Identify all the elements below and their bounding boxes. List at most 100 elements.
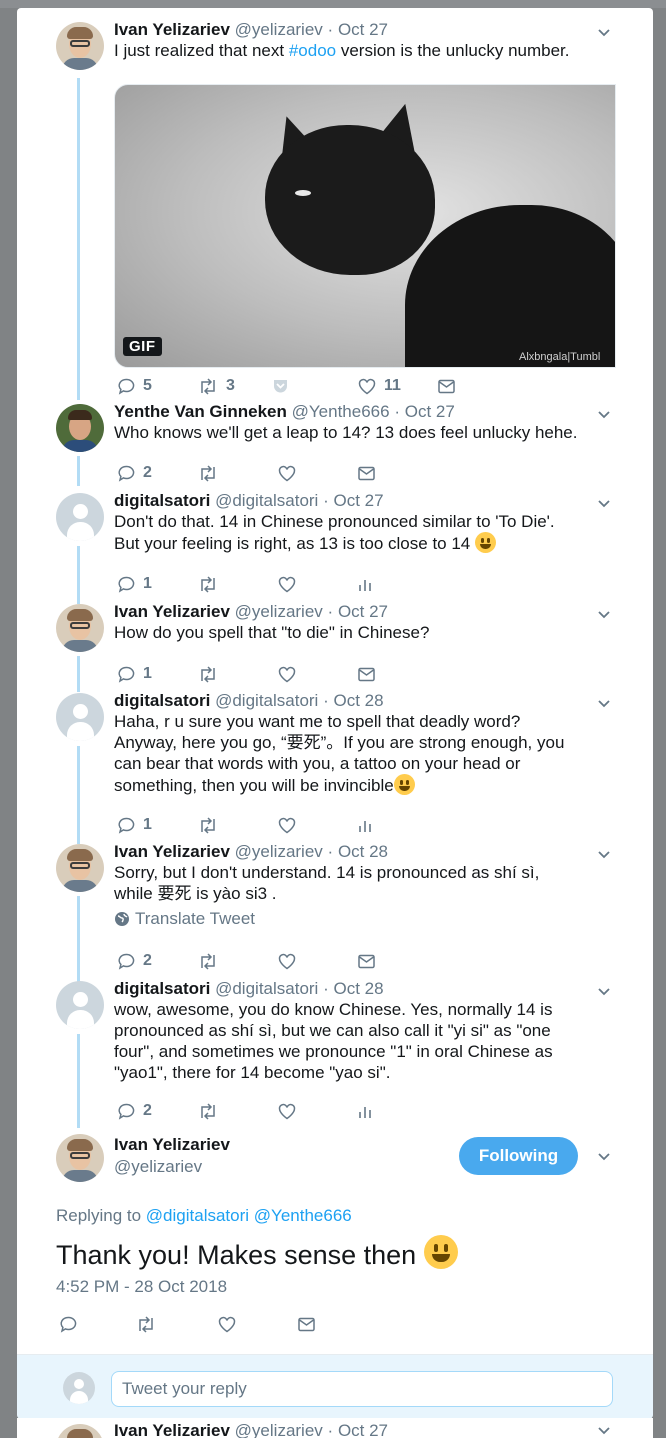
gif-badge: GIF (123, 337, 162, 356)
chevron-down-icon[interactable] (597, 408, 611, 422)
reply-button[interactable]: 1 (118, 664, 152, 684)
translate-tweet-link[interactable]: Translate Tweet (114, 909, 255, 929)
author-handle[interactable]: @yelizariev (235, 842, 323, 861)
avatar[interactable] (56, 844, 104, 892)
reply-count: 2 (143, 952, 152, 969)
like-button[interactable] (278, 664, 296, 684)
cat-eye (295, 190, 311, 196)
author-name[interactable]: Ivan Yelizariev (114, 1421, 230, 1438)
tweet-date[interactable]: Oct 27 (338, 602, 388, 621)
heart-icon (278, 953, 296, 969)
avatar[interactable] (56, 22, 104, 70)
avatar[interactable] (56, 981, 104, 1029)
author-name[interactable]: Ivan Yelizariev (114, 1135, 230, 1155)
tweet-text: Haha, r u sure you want me to spell that… (114, 712, 565, 795)
retweet-button[interactable]: 3 (198, 376, 235, 396)
avatar[interactable] (56, 1134, 104, 1182)
reply-button[interactable]: 2 (118, 463, 152, 483)
next-tweet-preview[interactable]: Ivan Yelizariev @yelizariev · Oct 27 (17, 1418, 653, 1438)
direct-message-button[interactable] (358, 664, 375, 684)
gif-media[interactable]: GIF Alxbngala|Tumbl (114, 84, 616, 368)
author-name[interactable]: digitalsatori (114, 491, 210, 510)
reply-count: 2 (143, 1102, 152, 1119)
envelope-icon (298, 1317, 315, 1331)
like-button[interactable] (278, 951, 296, 971)
hashtag-link[interactable]: #odoo (289, 41, 336, 60)
thread-line (77, 896, 80, 982)
tweet-date[interactable]: Oct 27 (405, 402, 455, 421)
like-button[interactable] (278, 574, 296, 594)
author-name[interactable]: Yenthe Van Ginneken (114, 402, 287, 421)
analytics-button[interactable] (358, 1101, 372, 1121)
author-name[interactable]: Ivan Yelizariev (114, 602, 230, 621)
tweet-date[interactable]: Oct 27 (333, 491, 383, 510)
author-handle[interactable]: @yelizariev (235, 602, 323, 621)
retweet-button[interactable] (198, 664, 218, 684)
chevron-down-icon[interactable] (597, 497, 611, 511)
direct-message-button[interactable] (298, 1314, 315, 1334)
author-handle[interactable]: @digitalsatori (215, 691, 318, 710)
reply-button[interactable]: 5 (118, 376, 152, 396)
reply-input[interactable] (111, 1371, 613, 1407)
reply-button[interactable]: 2 (118, 951, 152, 971)
avatar[interactable] (56, 493, 104, 541)
analytics-button[interactable] (358, 574, 372, 594)
page-backdrop (0, 0, 666, 8)
retweet-button[interactable] (198, 463, 218, 483)
chevron-down-icon[interactable] (597, 848, 611, 862)
reply-button[interactable] (60, 1314, 77, 1334)
retweet-button[interactable] (198, 951, 218, 971)
tweet-timestamp[interactable]: 4:52 PM - 28 Oct 2018 (56, 1277, 227, 1297)
chevron-down-icon[interactable] (597, 1424, 611, 1438)
author-name[interactable]: digitalsatori (114, 979, 210, 998)
avatar[interactable] (56, 604, 104, 652)
separator-dot: · (394, 402, 400, 421)
chevron-down-icon[interactable] (597, 1150, 611, 1164)
author-handle[interactable]: @yelizariev (235, 1421, 323, 1438)
retweet-button[interactable] (198, 815, 218, 835)
retweet-button[interactable] (136, 1314, 156, 1334)
like-button[interactable]: 11 (358, 376, 401, 396)
avatar[interactable] (56, 693, 104, 741)
reply-icon (118, 576, 135, 593)
avatar[interactable] (56, 404, 104, 452)
retweet-button[interactable] (198, 1101, 218, 1121)
tweet-date[interactable]: Oct 27 (338, 1421, 388, 1438)
reply-button[interactable]: 1 (118, 815, 152, 835)
reply-icon (118, 666, 135, 683)
reply-button[interactable]: 2 (118, 1101, 152, 1121)
like-button[interactable] (278, 463, 296, 483)
tweet-date[interactable]: Oct 28 (338, 842, 388, 861)
user-avatar[interactable] (63, 1372, 95, 1404)
author-name[interactable]: Ivan Yelizariev (114, 20, 230, 39)
mention-link[interactable]: @Yenthe666 (254, 1206, 352, 1225)
direct-message-button[interactable] (358, 951, 375, 971)
chevron-down-icon[interactable] (597, 985, 611, 999)
tweet-date[interactable]: Oct 27 (338, 20, 388, 39)
author-handle[interactable]: @digitalsatori (215, 491, 318, 510)
pocket-button[interactable] (272, 376, 289, 396)
mention-link[interactable]: @digitalsatori (146, 1206, 249, 1225)
direct-message-button[interactable] (438, 376, 455, 396)
chevron-down-icon[interactable] (597, 608, 611, 622)
author-handle[interactable]: @yelizariev (235, 20, 323, 39)
chevron-down-icon[interactable] (597, 697, 611, 711)
like-button[interactable] (278, 815, 296, 835)
author-handle[interactable]: @digitalsatori (215, 979, 318, 998)
tweet-date[interactable]: Oct 28 (333, 691, 383, 710)
author-handle[interactable]: @yelizariev (114, 1157, 202, 1177)
author-name[interactable]: digitalsatori (114, 691, 210, 710)
chevron-down-icon[interactable] (597, 26, 611, 40)
following-button[interactable]: Following (459, 1137, 578, 1175)
reply-button[interactable]: 1 (118, 574, 152, 594)
author-name[interactable]: Ivan Yelizariev (114, 842, 230, 861)
avatar[interactable] (56, 1424, 104, 1438)
direct-message-button[interactable] (358, 463, 375, 483)
retweet-button[interactable] (198, 574, 218, 594)
tweet-date[interactable]: Oct 28 (333, 979, 383, 998)
analytics-button[interactable] (358, 815, 372, 835)
reply-count: 2 (143, 464, 152, 481)
like-button[interactable] (218, 1314, 236, 1334)
like-button[interactable] (278, 1101, 296, 1121)
author-handle[interactable]: @Yenthe666 (292, 402, 390, 421)
